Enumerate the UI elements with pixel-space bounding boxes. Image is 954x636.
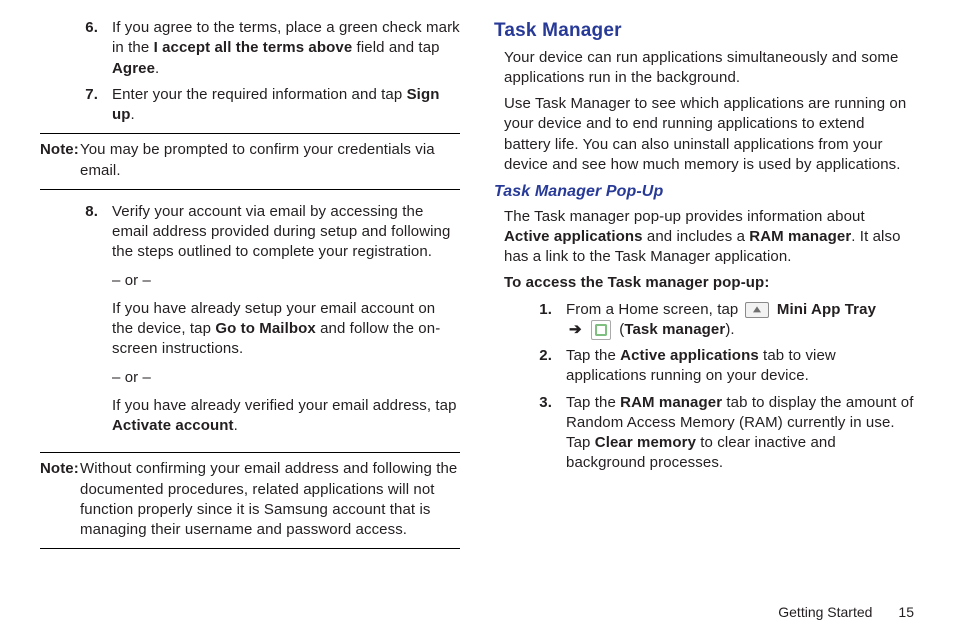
page: 6. If you agree to the terms, place a gr… <box>0 0 954 636</box>
text: The Task manager pop-up provides informa… <box>504 208 865 225</box>
step-body: Tap the RAM manager tab to display the a… <box>566 393 914 474</box>
bold-text: RAM manager <box>620 394 722 411</box>
text: ). <box>725 321 734 338</box>
text: Verify your account via email by accessi… <box>112 202 460 263</box>
bold-text: Mini App Tray <box>777 301 876 318</box>
rule <box>40 548 460 549</box>
note-label: Note: <box>40 140 80 181</box>
text: and includes a <box>643 228 750 245</box>
step-body: Verify your account via email by accessi… <box>112 202 460 445</box>
step-1: 1. From a Home screen, tap Mini App Tray… <box>494 300 914 341</box>
lead-in: To access the Task manager pop-up: <box>504 273 914 293</box>
bold-text: Clear memory <box>595 434 696 451</box>
bold-text: Agree <box>112 60 155 77</box>
step-number: 2. <box>494 346 566 387</box>
paragraph: Your device can run applications simulta… <box>504 48 914 89</box>
step-6: 6. If you agree to the terms, place a gr… <box>40 18 460 79</box>
paragraph: The Task manager pop-up provides informa… <box>504 207 914 268</box>
bold-text: Go to Mailbox <box>215 320 315 337</box>
bold-text: Activate account <box>112 417 234 434</box>
text: Enter your the required information and … <box>112 86 407 103</box>
note-label: Note: <box>40 459 80 540</box>
text: From a Home screen, tap <box>566 301 743 318</box>
step-3: 3. Tap the RAM manager tab to display th… <box>494 393 914 474</box>
rule <box>40 452 460 453</box>
bold-text: Active applications <box>620 347 759 364</box>
text: . <box>155 60 159 77</box>
text: If you have already setup your email acc… <box>112 299 460 360</box>
bold-text: Task manager <box>624 321 725 338</box>
step-8: 8. Verify your account via email by acce… <box>40 202 460 445</box>
or-separator: – or – <box>112 271 460 291</box>
step-number: 6. <box>40 18 112 79</box>
step-7: 7. Enter your the required information a… <box>40 85 460 126</box>
bold-text: RAM manager <box>749 228 851 245</box>
note-2: Note: Without confirming your email addr… <box>40 459 460 540</box>
arrow-icon: ➔ <box>566 320 585 340</box>
text: Tap the <box>566 347 620 364</box>
step-number: 3. <box>494 393 566 474</box>
note-body: Without confirming your email address an… <box>80 459 460 540</box>
section-heading-task-manager: Task Manager <box>494 18 914 44</box>
bold-text: Active applications <box>504 228 643 245</box>
footer-section-title: Getting Started <box>778 604 872 620</box>
bold-text: I accept all the terms above <box>154 39 353 56</box>
left-column: 6. If you agree to the terms, place a gr… <box>40 18 460 598</box>
mini-app-tray-icon <box>745 302 769 318</box>
page-footer: Getting Started 15 <box>40 598 914 620</box>
subheading-task-manager-popup: Task Manager Pop-Up <box>494 181 914 203</box>
text: . <box>131 106 135 123</box>
text: field and tap <box>352 39 439 56</box>
text: Tap the <box>566 394 620 411</box>
note-body: You may be prompted to confirm your cred… <box>80 140 460 181</box>
step-body: Tap the Active applications tab to view … <box>566 346 914 387</box>
step-2: 2. Tap the Active applications tab to vi… <box>494 346 914 387</box>
step-body: From a Home screen, tap Mini App Tray ➔ … <box>566 300 914 341</box>
columns: 6. If you agree to the terms, place a gr… <box>40 18 914 598</box>
text: If you have already verified your email … <box>112 396 460 437</box>
or-separator: – or – <box>112 368 460 388</box>
step-number: 1. <box>494 300 566 341</box>
text: If you have already verified your email … <box>112 397 457 414</box>
step-body: Enter your the required information and … <box>112 85 460 126</box>
text: . <box>234 417 238 434</box>
step-body: If you agree to the terms, place a green… <box>112 18 460 79</box>
page-number: 15 <box>898 604 914 620</box>
rule <box>40 189 460 190</box>
note-1: Note: You may be prompted to confirm you… <box>40 140 460 181</box>
rule <box>40 133 460 134</box>
paragraph: Use Task Manager to see which applicatio… <box>504 94 914 175</box>
right-column: Task Manager Your device can run applica… <box>494 18 914 598</box>
step-number: 7. <box>40 85 112 126</box>
task-manager-icon <box>591 320 611 340</box>
step-number: 8. <box>40 202 112 445</box>
